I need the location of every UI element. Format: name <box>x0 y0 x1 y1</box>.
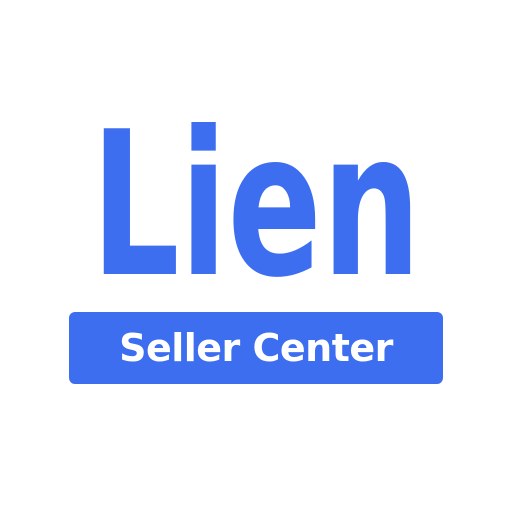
wordmark-text: Lien <box>91 100 421 290</box>
wordmark-container: Lien <box>0 100 512 290</box>
seller-center-badge: Seller Center <box>69 312 443 384</box>
badge-label: Seller Center <box>119 326 393 370</box>
wordmark-lien: Lien <box>91 100 421 290</box>
brand-logo: Lien Seller Center <box>0 0 512 512</box>
